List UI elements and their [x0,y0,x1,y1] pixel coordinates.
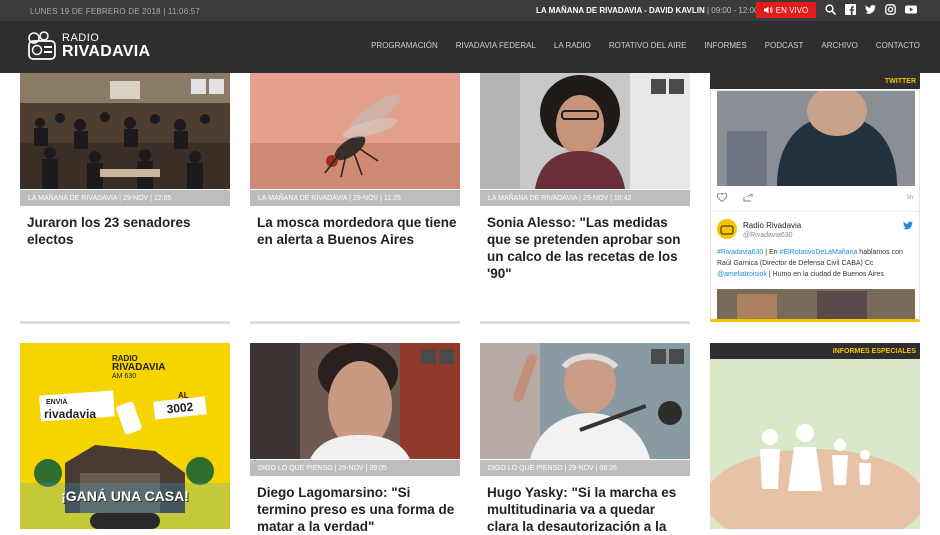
category-label[interactable]: LA MAÑANA DE RIVADAVIA | 29-NOV | 12:05 [20,190,230,206]
tweet-text: #Rivadavia630 | En #ElRotativoDeLaMañana… [717,247,907,280]
live-button[interactable]: EN VIVO [756,2,816,18]
promo-envia: ENVIÁ [46,399,68,406]
tweet-image[interactable] [717,91,920,186]
facebook-share-icon[interactable] [669,79,684,94]
menu-item-rivadavia-federal[interactable]: RIVADAVIA FEDERAL [447,41,545,50]
tweet-age: 3h [906,195,913,201]
date-time: LUNES 19 DE FEBRERO DE 2018 | 11:06:57 [30,7,201,16]
menu-item-archivo[interactable]: ARCHIVO [812,41,866,50]
tweet-media-image[interactable] [717,289,915,319]
category-label[interactable]: LA MAÑANA DE RIVADAVIA | 29-NOV | 10:42 [480,190,690,206]
twitter-share-icon[interactable] [191,79,206,94]
share-icon[interactable] [743,193,753,202]
informes-header: INFORMES ESPECIALES [710,343,920,359]
informes-image[interactable] [710,359,920,529]
menu-item-contacto[interactable]: CONTACTO [867,41,920,50]
top-bar: LUNES 19 DE FEBRERO DE 2018 | 11:06:57 L… [0,0,940,21]
tweet-text-part: | Humo en la ciudad de Buenos Aires [766,271,884,278]
twitter-share-icon[interactable] [651,79,666,94]
program-name: LA MAÑANA DE RIVADAVIA [536,6,642,15]
news-title[interactable]: La mosca mordedora que tiene en alerta a… [257,214,457,248]
facebook-share-icon[interactable] [669,349,684,364]
divider [20,321,230,324]
news-image[interactable] [480,343,690,459]
share-buttons [421,349,454,364]
news-card: LA MAÑANA DE RIVADAVIA | 29-NOV | 11:25 … [250,73,460,325]
share-buttons [651,79,684,94]
promo-am-label: AM 630 [112,373,137,380]
category-label[interactable]: DIGO LO QUE PIENSO | 29-NOV | 08:26 [480,460,690,476]
promo-gana: ¡GANÁ UNA CASA! [61,488,189,504]
news-image[interactable] [20,73,230,189]
menu: PROGRAMACIÓN RIVADAVIA FEDERAL LA RADIO … [362,41,920,50]
category-label[interactable]: LA MAÑANA DE RIVADAVIA | 29-NOV | 11:25 [250,190,460,206]
divider [711,211,919,212]
menu-item-programacion[interactable]: PROGRAMACIÓN [362,41,447,50]
twitter-widget: 3h Radio Rivadavia @Rivadavia630 #Rivada… [710,90,920,322]
facebook-share-icon[interactable] [209,79,224,94]
facebook-icon[interactable] [845,4,856,15]
facebook-share-icon[interactable] [439,349,454,364]
logo-line-radio: RADIO [62,31,100,44]
tweet-text-part: | En [763,249,780,256]
news-image[interactable] [480,73,690,189]
share-buttons [191,79,224,94]
speaker-icon [763,6,773,14]
news-image[interactable] [250,343,460,459]
twitter-share-icon[interactable] [651,349,666,364]
youtube-icon[interactable] [905,4,917,15]
news-title[interactable]: Juraron los 23 senadores electos [27,214,227,248]
share-buttons [651,349,684,364]
avatar[interactable] [717,219,737,239]
now-playing: LA MAÑANA DE RIVADAVIA - DAVID KAVLIN | … [536,6,759,15]
current-time: 11:06:57 [167,7,201,16]
heart-icon[interactable] [717,193,727,202]
live-label: EN VIVO [775,5,809,15]
tweet-user-name[interactable]: Radio Rivadavia [743,221,801,230]
news-title[interactable]: Sonia Alesso: "Las medidas que se preten… [487,214,687,282]
twitter-icon[interactable] [865,4,876,15]
promo-word: rivadavia [44,407,97,421]
menu-item-la-radio[interactable]: LA RADIO [545,41,600,50]
category-label[interactable]: DIGO LO QUE PIENSO | 29-NOV | 09:05 [250,460,460,476]
program-hours: 09:00 - 12:00 [711,6,759,15]
mention-link[interactable]: @ameliatroisiok [717,271,767,278]
news-title[interactable]: Diego Lagomarsino: "Si termino preso es … [257,484,457,535]
radio-logo-icon [28,31,56,60]
instagram-icon[interactable] [885,4,896,15]
menu-item-rotativo[interactable]: ROTATIVO DEL AIRE [600,41,696,50]
divider [250,321,460,324]
promo-rivadavia-label: RIVADAVIA [112,362,166,373]
twitter-header: TWITTER [710,73,920,89]
news-card: LA MAÑANA DE RIVADAVIA | 29-NOV | 12:05 … [20,73,230,325]
menu-item-informes[interactable]: INFORMES [695,41,755,50]
tweet-handle[interactable]: @Rivadavia630 [743,232,793,239]
logo-line-rivadavia: RIVADAVIA [62,42,151,60]
hashtag-link[interactable]: #ElRotativoDeLaMañana [780,249,858,256]
main-nav: RADIO RIVADAVIA PROGRAMACIÓN RIVADAVIA F… [0,21,940,73]
current-date: LUNES 19 DE FEBRERO DE 2018 [30,7,161,16]
news-card: DIGO LO QUE PIENSO | 29-NOV | 09:05 Dieg… [250,343,460,534]
news-card: LA MAÑANA DE RIVADAVIA | 29-NOV | 10:42 … [480,73,690,325]
site-logo[interactable]: RADIO RIVADAVIA [26,28,161,64]
menu-item-podcast[interactable]: PODCAST [756,41,813,50]
program-host: DAVID KAVLIN [649,6,705,15]
promo-logo: RADIO RIVADAVIA AM 630 [112,355,166,381]
twitter-bird-icon[interactable] [903,221,913,230]
divider [480,321,690,324]
promo-banner[interactable]: RADIO RIVADAVIA AM 630 ENVIÁ rivadavia A… [20,343,230,529]
twitter-share-icon[interactable] [421,349,436,364]
news-image[interactable] [250,73,460,189]
search-icon[interactable] [825,4,837,16]
hashtag-link[interactable]: #Rivadavia630 [717,249,763,256]
news-card: DIGO LO QUE PIENSO | 29-NOV | 08:26 Hugo… [480,343,690,534]
news-title[interactable]: Hugo Yasky: "Si la marcha es multitudina… [487,484,687,535]
